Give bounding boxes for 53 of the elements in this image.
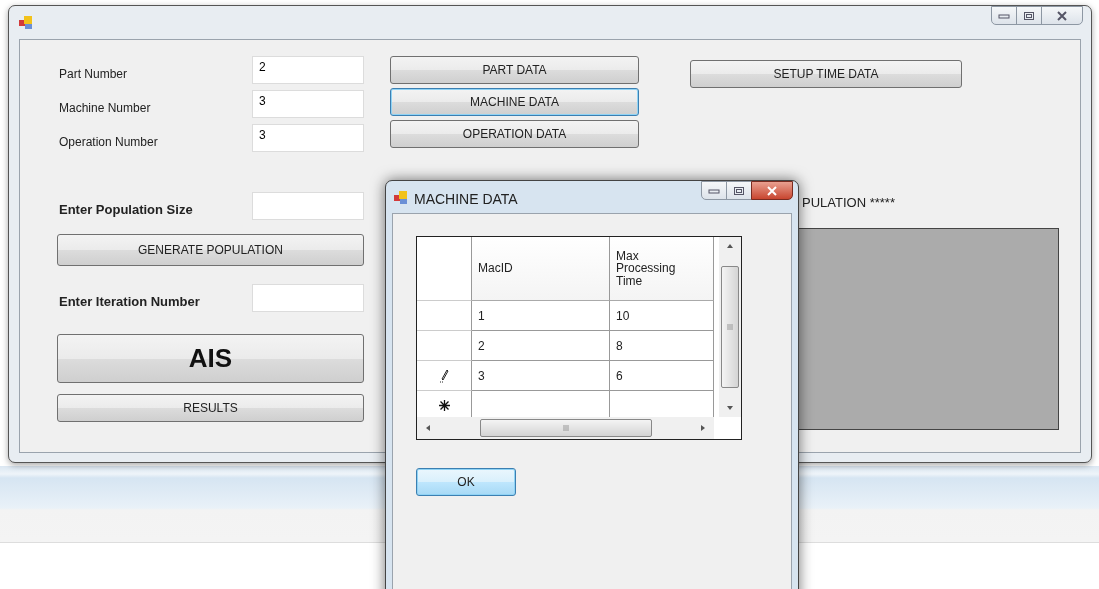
maximize-button[interactable] xyxy=(1016,6,1042,25)
scroll-right-icon[interactable] xyxy=(700,424,706,432)
input-field[interactable]: 3 xyxy=(252,90,364,118)
table-cell[interactable]: 10 xyxy=(610,301,714,331)
ok-button[interactable]: OK xyxy=(416,468,516,496)
close-button[interactable] xyxy=(1041,6,1083,25)
table-cell[interactable]: 8 xyxy=(610,331,714,361)
pencil-icon xyxy=(439,368,449,383)
input-field[interactable] xyxy=(252,284,364,312)
maximize-icon xyxy=(733,185,745,196)
dialog-title: MACHINE DATA xyxy=(414,190,519,207)
column-header[interactable]: Max Processing Time xyxy=(610,237,714,301)
grip-icon xyxy=(562,425,569,431)
scroll-up-icon[interactable] xyxy=(726,243,734,249)
table-cell[interactable]: 1 xyxy=(472,301,610,331)
field-label: Part Number xyxy=(58,66,128,81)
generate-population-button[interactable]: GENERATE POPULATION xyxy=(57,234,364,266)
grip-icon xyxy=(727,324,733,330)
data-button[interactable]: PART DATA xyxy=(390,56,639,84)
table-cell[interactable]: 3 xyxy=(472,361,610,391)
scroll-down-icon[interactable] xyxy=(726,405,734,411)
scroll-left-icon[interactable] xyxy=(425,424,431,432)
input-field[interactable] xyxy=(252,192,364,220)
minimize-icon xyxy=(708,186,720,195)
ais-button[interactable]: AIS xyxy=(57,334,364,383)
minimize-icon xyxy=(998,11,1010,20)
field-label: Enter Population Size xyxy=(58,200,193,217)
setup-time-button[interactable]: SETUP TIME DATA xyxy=(690,60,962,88)
input-field[interactable]: 3 xyxy=(252,124,364,152)
close-icon xyxy=(1056,10,1068,21)
app-icon xyxy=(394,191,408,205)
data-button[interactable]: MACHINE DATA xyxy=(390,88,639,116)
table-cell[interactable]: 2 xyxy=(472,331,610,361)
close-icon xyxy=(766,185,778,196)
close-button[interactable] xyxy=(751,181,793,200)
field-label: Operation Number xyxy=(58,134,158,149)
vertical-scrollbar[interactable] xyxy=(719,237,741,417)
row-header[interactable] xyxy=(417,361,472,391)
input-field[interactable]: 2 xyxy=(252,56,364,84)
field-label: Enter Iteration Number xyxy=(58,292,200,309)
population-heading: PULATION ***** xyxy=(802,195,896,210)
data-button[interactable]: OPERATION DATA xyxy=(390,120,639,148)
results-button[interactable]: RESULTS xyxy=(57,394,364,422)
table-cell[interactable]: 6 xyxy=(610,361,714,391)
scroll-thumb[interactable] xyxy=(479,419,652,437)
asterisk-icon xyxy=(438,400,450,411)
maximize-icon xyxy=(1023,10,1035,21)
column-header[interactable]: MacID xyxy=(472,237,610,301)
field-label: Machine Number xyxy=(58,100,151,115)
horizontal-scrollbar[interactable] xyxy=(417,417,714,439)
app-icon xyxy=(19,15,33,30)
scroll-thumb[interactable] xyxy=(721,266,739,388)
maximize-button[interactable] xyxy=(726,181,752,200)
